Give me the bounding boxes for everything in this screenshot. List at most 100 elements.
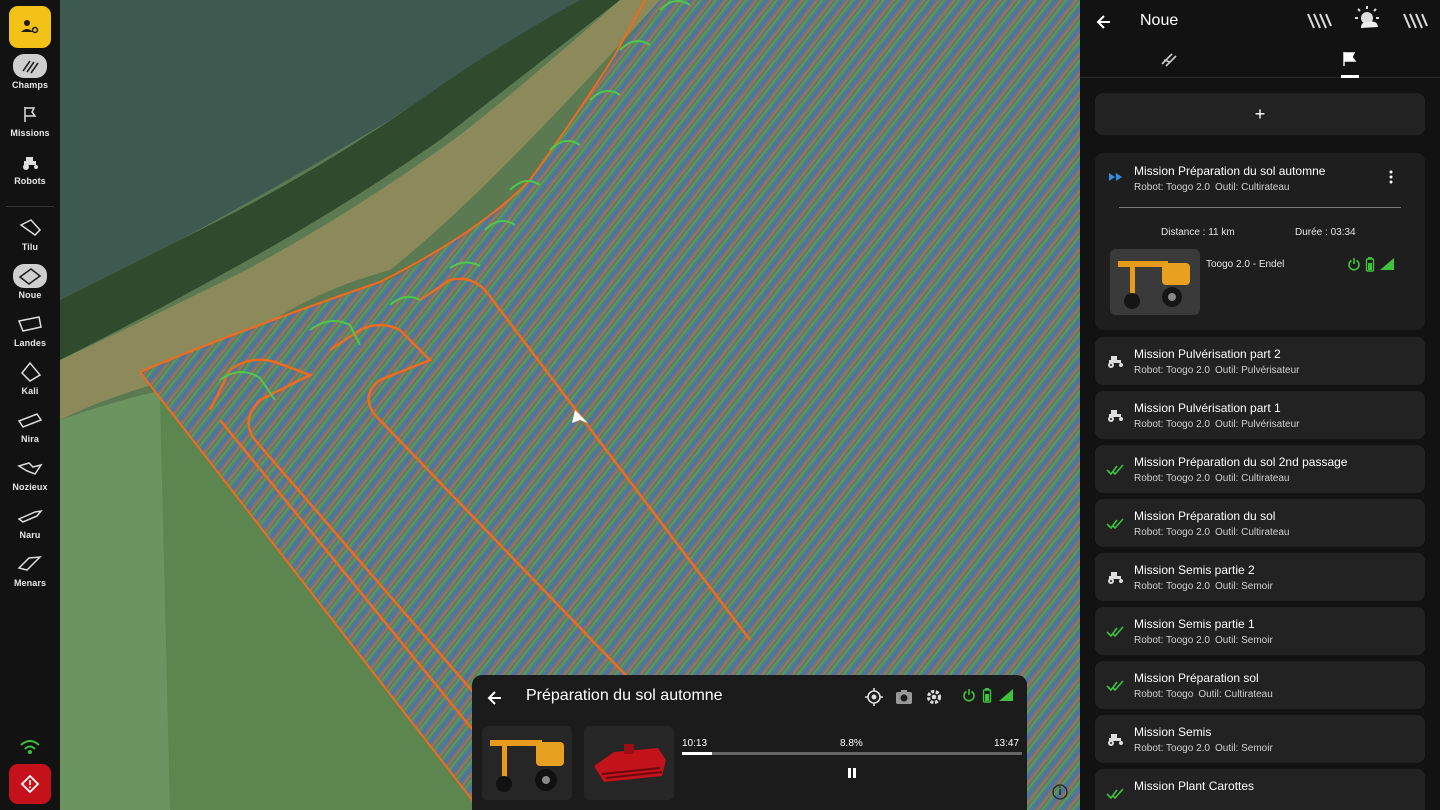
rail-item-field-kali[interactable]: Kali xyxy=(0,360,60,396)
mission-robot: Robot: Toogo 2.0 xyxy=(1134,743,1210,754)
wifi-icon xyxy=(18,738,42,756)
panel-tabs xyxy=(1080,44,1440,78)
mission-card[interactable]: Mission Pulvérisation part 2 Robot: Toogo… xyxy=(1095,337,1425,385)
mission-robot: Robot: Toogo 2.0 xyxy=(1134,635,1210,646)
mission-title: Mission Préparation sol xyxy=(1134,671,1259,685)
mission-subtitle: Robot: Toogo 2.0 Outil: Cultirateau xyxy=(1134,527,1294,538)
rail-item-field-landes[interactable]: Landes xyxy=(0,312,60,348)
rail-item-robots[interactable]: Robots xyxy=(0,150,60,186)
add-mission-button[interactable]: + xyxy=(1095,93,1425,135)
mission-robot: Robot: Toogo 2.0 xyxy=(1134,473,1210,484)
mission-card[interactable]: Mission Semis partie 2 Robot: Toogo 2.0 Ou… xyxy=(1095,553,1425,601)
mission-tool: Outil: Semoir xyxy=(1215,581,1273,592)
robot-card[interactable]: Toogo 2.0 - Endel xyxy=(1107,247,1407,319)
rail-item-field-nira[interactable]: Nira xyxy=(0,408,60,444)
field-shape-icon xyxy=(13,360,47,384)
rail-item-label: Robots xyxy=(14,176,46,186)
more-vert-icon[interactable] xyxy=(1385,169,1397,185)
mission-card[interactable]: Mission Semis Robot: Toogo 2.0 Outil: Semo… xyxy=(1095,715,1425,763)
mission-tool: Outil: Pulvérisateur xyxy=(1215,419,1300,430)
mission-subtitle: Robot: Toogo 2.0 Outil: Pulvérisateur xyxy=(1134,419,1304,430)
rail-item-label: Nira xyxy=(21,434,39,444)
mission-robot: Robot: Toogo 2.0 xyxy=(1134,581,1210,592)
emergency-stop-button[interactable] xyxy=(9,764,51,804)
mission-subtitle: Robot: Toogo 2.0 Outil: Semoir xyxy=(1134,581,1278,592)
gear-icon[interactable] xyxy=(924,687,944,707)
mission-tool: Outil: Cultirateau xyxy=(1198,689,1273,700)
tab-field-paths[interactable] xyxy=(1080,44,1260,78)
mission-tool: Outil: Semoir xyxy=(1215,743,1273,754)
field-shape-icon xyxy=(13,456,47,480)
mission-card[interactable]: Mission Pulvérisation part 1 Robot: Toogo… xyxy=(1095,391,1425,439)
mission-tool: Outil: Cultirateau xyxy=(1215,182,1290,193)
mission-card[interactable]: Mission Préparation sol Robot: Toogo Outil… xyxy=(1095,661,1425,709)
rail-item-fields[interactable]: Champs xyxy=(0,54,60,90)
rail-item-field-noue[interactable]: Noue xyxy=(0,264,60,300)
tab-missions[interactable] xyxy=(1260,44,1440,78)
back-arrow-icon[interactable] xyxy=(1092,10,1116,34)
mission-subtitle: Robot: Toogo 2.0 Outil: Pulvérisateur xyxy=(1134,365,1304,376)
pause-icon[interactable] xyxy=(845,766,859,780)
mission-robot: Robot: Toogo 2.0 xyxy=(1134,527,1210,538)
robot-image[interactable] xyxy=(482,726,572,800)
rail-item-label: Nozieux xyxy=(12,482,48,492)
rail-divider xyxy=(6,206,54,207)
mission-robot: Robot: Toogo 2.0 xyxy=(1134,365,1210,376)
progress-bar[interactable] xyxy=(682,752,1022,755)
play-running-icon xyxy=(1106,170,1126,184)
rail-item-label: Menars xyxy=(13,578,47,588)
mission-subtitle xyxy=(1134,797,1144,808)
mission-card[interactable]: Mission Semis partie 1 Robot: Toogo 2.0 Ou… xyxy=(1095,607,1425,655)
mission-title: Mission Pulvérisation part 1 xyxy=(1134,401,1281,415)
locate-icon[interactable] xyxy=(864,687,884,707)
rail-item-field-naru[interactable]: Naru xyxy=(0,504,60,540)
field-shape-icon xyxy=(13,552,47,576)
progress-percent: 8.8% xyxy=(840,738,863,749)
account-button[interactable] xyxy=(9,6,51,48)
paths-icon xyxy=(1161,53,1177,67)
rail-item-missions[interactable]: Missions xyxy=(0,102,60,138)
sun-cloud-icon[interactable] xyxy=(1351,4,1385,36)
start-time: 10:13 xyxy=(682,738,708,749)
mission-title: Mission Préparation du sol 2nd passage xyxy=(1134,455,1348,469)
flag-icon xyxy=(13,102,47,126)
mission-card[interactable]: Mission Préparation du sol 2nd passage Ro… xyxy=(1095,445,1425,493)
mission-card[interactable]: Mission Préparation du sol Robot: Toogo 2… xyxy=(1095,499,1425,547)
power-icon xyxy=(962,688,976,702)
back-arrow-icon[interactable] xyxy=(484,687,506,709)
mission-distance: Distance : 11 km xyxy=(1161,227,1235,238)
tractor-icon xyxy=(1106,406,1126,424)
rain-icon[interactable] xyxy=(1302,8,1334,34)
end-time: 13:47 xyxy=(994,738,1020,749)
tool-image[interactable] xyxy=(584,726,674,800)
robot-image xyxy=(1110,249,1200,315)
double-check-icon xyxy=(1106,676,1126,694)
side-nav: Champs Missions Robots Tilu Noue Landes xyxy=(0,0,60,810)
rail-item-field-menars[interactable]: Menars xyxy=(0,552,60,588)
robot-name: Toogo 2.0 - Endel xyxy=(1206,259,1285,270)
field-shape-icon xyxy=(13,264,47,288)
mission-card[interactable]: Mission Plant Carottes xyxy=(1095,769,1425,810)
rail-item-label: Tilu xyxy=(21,242,39,252)
mission-duration: Durée : 03:34 xyxy=(1295,227,1356,238)
rail-item-field-nozieux[interactable]: Nozieux xyxy=(0,456,60,492)
rail-item-label: Missions xyxy=(10,128,50,138)
field-shape-icon xyxy=(13,312,47,336)
mission-title: Mission Pulvérisation part 2 xyxy=(1134,347,1281,361)
mission-tool: Outil: Pulvérisateur xyxy=(1215,365,1300,376)
camera-icon[interactable] xyxy=(894,687,914,707)
mission-robot: Robot: Toogo 2.0 xyxy=(1134,182,1210,193)
mission-title: Mission Semis xyxy=(1134,725,1212,739)
mission-title: Mission Préparation du sol xyxy=(1134,509,1276,523)
signal-icon xyxy=(998,688,1014,702)
rail-item-field-tilu[interactable]: Tilu xyxy=(0,216,60,252)
mission-card-active[interactable]: Mission Préparation du sol automne Robot… xyxy=(1095,153,1425,330)
mission-title: Mission Semis partie 1 xyxy=(1134,617,1255,631)
rail-item-label: Champs xyxy=(11,80,49,90)
rail-item-label: Noue xyxy=(18,290,42,300)
mission-tool: Outil: Cultirateau xyxy=(1215,527,1290,538)
rain-icon[interactable] xyxy=(1398,8,1430,34)
tractor-icon xyxy=(13,150,47,174)
double-check-icon xyxy=(1106,514,1126,532)
panel-header: Noue xyxy=(1080,0,1440,44)
